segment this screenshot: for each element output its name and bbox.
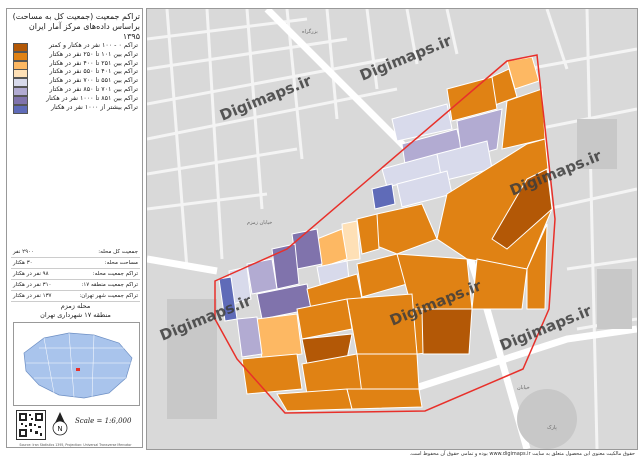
region-name: محله زمزم xyxy=(60,302,91,310)
map-title: تراکم جمعیت (جمعیت کل به مساحت) براساس د… xyxy=(12,12,140,41)
legend-label: تراکم بین ۴۰۱ تا ۵۵۰ نفر در هکتار xyxy=(49,68,138,76)
region-district: منطقه ۱۷ شهرداری تهران xyxy=(40,311,111,319)
stats-key: تراکم جمعیت محله: xyxy=(92,271,138,277)
stats-key: مساحت محله: xyxy=(104,260,138,266)
map-label: پارک xyxy=(547,424,557,431)
inset-map[interactable] xyxy=(13,322,140,406)
legend-item: تراکم بین ۵۵۱ تا ۷۰۰ نفر در هکتار xyxy=(11,77,140,88)
legend-item: تراکم بین ۴۰۱ تا ۵۵۰ نفر در هکتار xyxy=(11,68,140,79)
map-canvas[interactable]: بزرگراه خیابان پارک خیابان زمزم Digimaps… xyxy=(146,8,638,450)
stats-row: جمعیت کل محله: ۲۹۰۰ نفر xyxy=(11,247,140,258)
map-furniture: N Scale = 1:6,000 xyxy=(13,407,138,442)
legend-label: تراکم بیشتر از ۱۰۰۰ نفر در هکتار xyxy=(50,103,138,111)
stats-value: ۳۱۰ نفر در هکتار xyxy=(13,282,52,288)
north-arrow: N xyxy=(51,411,69,437)
scale-label: Scale = 1:6,000 xyxy=(75,417,132,425)
stats-row: تراکم جمعیت منطقه ۱۷: ۳۱۰ نفر در هکتار xyxy=(11,280,140,291)
legend-label: تراکم بین ۲۵۱ تا ۴۰۰ نفر در هکتار xyxy=(49,59,138,67)
stats-key: تراکم جمعیت شهر تهران: xyxy=(79,293,138,299)
legend-label: تراکم بین ۱۰۱ تا ۲۵۰ نفر در هکتار xyxy=(49,50,138,58)
legend-label: تراکم بین ۵۵۱ تا ۷۰۰ نفر در هکتار xyxy=(49,77,138,85)
map-sheet: بزرگراه خیابان پارک خیابان زمزم Digimaps… xyxy=(0,0,643,461)
stats-key: جمعیت کل محله: xyxy=(98,249,138,255)
legend-item: تراکم بین ۸۵۱ تا ۱۰۰۰ نفر در هکتار xyxy=(11,94,140,105)
stats-table: جمعیت کل محله: ۲۹۰۰ نفر مساحت محله: ۳۰ هکت… xyxy=(11,247,140,302)
legend-label: تراکم بین ۸۵۱ تا ۱۰۰۰ نفر در هکتار xyxy=(46,94,138,102)
inset-svg xyxy=(14,323,139,405)
legend-label: تراکم بین ۷۰۱ تا ۸۵۰ نفر در هکتار xyxy=(49,85,138,93)
source-credit: Source: Iran Statistics 1395, Projection… xyxy=(19,443,132,447)
stats-value: ۹۸ نفر در هکتار xyxy=(13,271,49,277)
stats-row: تراکم جمعیت شهر تهران: ۱۳۷ نفر در هکتار xyxy=(11,291,140,302)
stats-key: تراکم جمعیت منطقه ۱۷: xyxy=(81,282,138,288)
north-arrow-icon: N xyxy=(52,412,68,436)
location-marker xyxy=(76,368,80,371)
stats-row: تراکم جمعیت محله: ۹۸ نفر در هکتار xyxy=(11,269,140,280)
copyright-footer: حقوق مالکیت معنوی این محصول متعلق به سای… xyxy=(409,451,635,457)
map-svg: بزرگراه خیابان پارک خیابان زمزم xyxy=(147,9,637,449)
legend-label: تراکم ۰ - ۱۰۰ نفر در هکتار و کمتر xyxy=(49,42,138,49)
legend-panel: تراکم جمعیت (جمعیت کل به مساحت) براساس د… xyxy=(6,8,143,448)
map-label: بزرگراه xyxy=(302,28,318,35)
stats-value: ۲۹۰۰ نفر xyxy=(13,249,34,255)
legend: تراکم ۰ - ۱۰۰ نفر در هکتار و کمتر تراکم … xyxy=(11,42,140,114)
legend-item: تراکم بین ۱۰۱ تا ۲۵۰ نفر در هکتار xyxy=(11,50,140,61)
legend-item: تراکم ۰ - ۱۰۰ نفر در هکتار و کمتر xyxy=(11,42,140,52)
stats-value: ۳۰ هکتار xyxy=(13,260,33,266)
map-label: خیابان زمزم xyxy=(247,220,272,226)
legend-item: تراکم بین ۷۰۱ تا ۸۵۰ نفر در هکتار xyxy=(11,85,140,96)
legend-item: تراکم بین ۲۵۱ تا ۴۰۰ نفر در هکتار xyxy=(11,59,140,70)
qr-code xyxy=(16,410,46,440)
legend-item: تراکم بیشتر از ۱۰۰۰ نفر در هکتار xyxy=(11,103,140,114)
stats-row: مساحت محله: ۳۰ هکتار xyxy=(11,258,140,269)
region-caption: محله زمزم منطقه ۱۷ شهرداری تهران xyxy=(11,302,140,320)
map-label: خیابان xyxy=(517,385,530,391)
legend-swatch xyxy=(13,104,28,114)
stats-value: ۱۳۷ نفر در هکتار xyxy=(13,293,52,299)
svg-text:N: N xyxy=(57,425,62,433)
